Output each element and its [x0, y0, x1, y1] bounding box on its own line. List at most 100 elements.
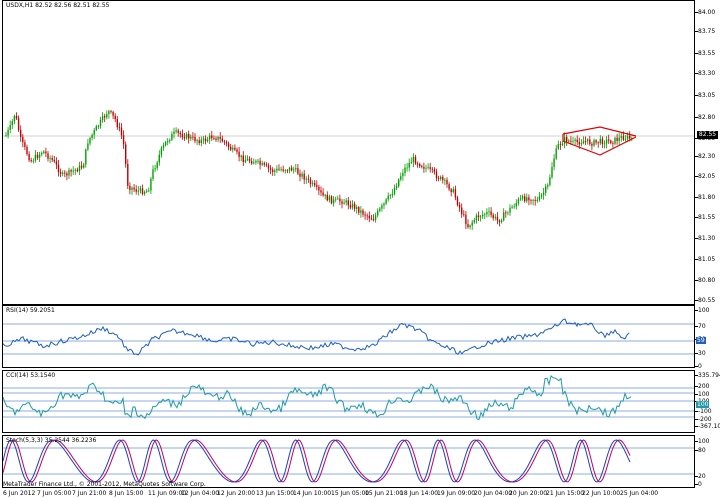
- candle-body: [53, 159, 55, 162]
- candle-body: [242, 155, 244, 163]
- candle-body: [125, 144, 127, 164]
- scale-tick: 83.30: [694, 70, 716, 77]
- candle-body: [68, 170, 70, 176]
- scale-tick: 80.80: [694, 277, 716, 284]
- candle-body: [141, 188, 144, 194]
- candle-body: [244, 159, 247, 163]
- time-axis-label: 19 Jun 09:00: [437, 490, 476, 497]
- candle-body: [164, 142, 167, 146]
- candle-body: [601, 138, 604, 144]
- candle-body: [410, 162, 412, 164]
- candle-body: [324, 194, 326, 196]
- rsi-value-marker: 59: [696, 337, 706, 344]
- candle-body: [251, 161, 253, 164]
- candle-body: [97, 126, 100, 127]
- candle-body: [95, 126, 97, 131]
- candle-body: [414, 156, 417, 164]
- rsi-pane[interactable]: RSI(14) 59.2051: [2, 305, 695, 368]
- cci-line: [3, 374, 632, 421]
- candle-body: [494, 216, 496, 218]
- candle-body: [11, 121, 13, 125]
- candle-body: [24, 142, 26, 147]
- candle-body: [152, 169, 154, 179]
- candle-body: [169, 139, 171, 141]
- rsi-chart: [3, 318, 694, 356]
- candle-body: [389, 195, 391, 196]
- candle-body: [101, 116, 104, 120]
- candle-body: [486, 212, 488, 215]
- scale-tick: 100: [694, 391, 710, 398]
- candle-body: [181, 134, 184, 138]
- candle-body: [190, 136, 192, 139]
- scale-tick: 0: [695, 363, 702, 370]
- scale-tick: 82.80: [694, 114, 716, 121]
- candle-body: [326, 194, 328, 201]
- candle-body: [599, 138, 601, 144]
- scale-tick: 200: [694, 383, 710, 390]
- price-scale[interactable]: 84.00 83.75 83.55 83.30 83.05 82.80 82.55 82.30…: [694, 0, 720, 305]
- candle-body: [488, 211, 490, 213]
- candle-body: [332, 199, 335, 204]
- price-pane[interactable]: USDX,H1 82.52 82.56 82.51 82.55: [2, 0, 695, 305]
- candle-body: [595, 140, 597, 143]
- candle-body: [80, 165, 83, 168]
- chart-window[interactable]: USDX,H1 82.52 82.56 82.51 82.55 84.00 83.…: [0, 0, 720, 498]
- candle-body: [160, 147, 163, 155]
- time-axis-label: 6 Jun 2012: [3, 490, 36, 497]
- scale-tick: 82.05: [694, 173, 716, 180]
- candle-body: [608, 139, 610, 141]
- candle-body: [47, 153, 49, 159]
- candle-body: [192, 136, 194, 138]
- scale-tick: 83.75: [694, 28, 716, 35]
- candle-body: [526, 197, 528, 202]
- candle-body: [93, 130, 95, 135]
- stoch-signal-line: [3, 439, 631, 483]
- candle-body: [114, 115, 116, 120]
- candle-body: [593, 140, 595, 146]
- scale-tick: 81.55: [694, 214, 716, 221]
- candle-body: [461, 207, 463, 215]
- candle-body: [85, 149, 87, 165]
- candle-body: [532, 200, 534, 201]
- candle-body: [34, 154, 37, 161]
- candle-body: [265, 164, 268, 166]
- scale-tick: 81.30: [694, 235, 716, 242]
- candle-body: [120, 127, 123, 136]
- candle-body: [372, 219, 375, 221]
- cci-pane-title: CCI(14) 53.1540: [6, 372, 56, 379]
- candle-body: [467, 224, 469, 228]
- candle-body: [55, 161, 58, 165]
- candle-body: [563, 137, 566, 144]
- candle-body: [479, 216, 482, 218]
- candle-body: [221, 138, 223, 142]
- candle-body: [217, 137, 219, 140]
- candle-body: [513, 206, 515, 208]
- candle-body: [423, 166, 425, 169]
- stoch-chart: [3, 439, 694, 483]
- candle-body: [177, 130, 179, 133]
- candle-body: [211, 135, 213, 139]
- candle-body: [257, 160, 259, 162]
- candle-body: [492, 214, 494, 218]
- candle-body: [395, 186, 398, 189]
- candle-body: [421, 166, 423, 168]
- candle-body: [17, 118, 20, 131]
- candle-body: [41, 153, 43, 155]
- candle-body: [248, 158, 251, 162]
- candle-body: [148, 190, 150, 192]
- candle-body: [587, 139, 589, 142]
- candle-body: [456, 197, 459, 205]
- candle-body: [473, 220, 475, 223]
- candle-body: [341, 201, 343, 204]
- candle-body: [206, 139, 209, 142]
- candle-body: [469, 225, 471, 228]
- scale-tick: 70: [695, 323, 706, 330]
- candle-body: [475, 215, 478, 221]
- time-axis-label: 20 Jun 04:00: [474, 490, 513, 497]
- scale-tick: 81.80: [694, 194, 716, 201]
- candle-body: [366, 215, 368, 217]
- cci-pane[interactable]: CCI(14) 53.1540: [2, 370, 695, 433]
- candle-body: [349, 205, 352, 208]
- scale-tick: -100: [695, 408, 712, 415]
- scale-tick: 82.30: [694, 153, 716, 160]
